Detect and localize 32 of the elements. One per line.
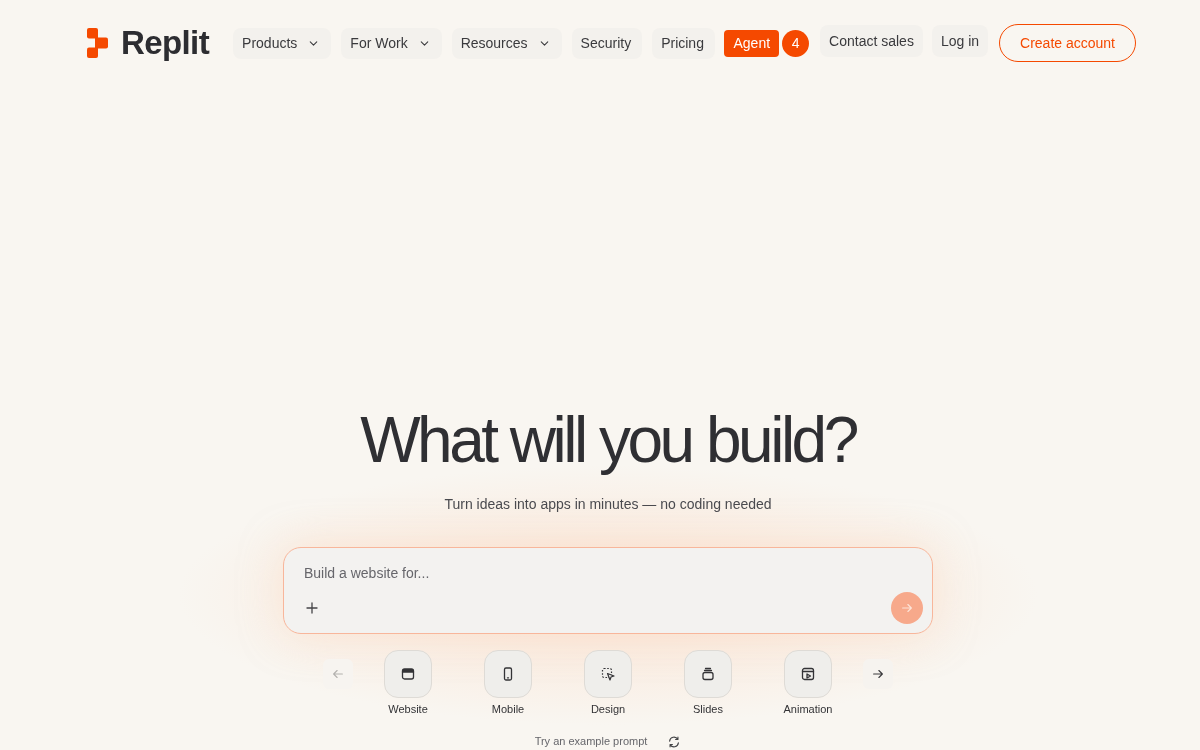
arrow-right-icon: [900, 601, 914, 615]
add-button[interactable]: [304, 600, 320, 616]
example-prompt-button[interactable]: Try an example prompt: [534, 735, 682, 748]
browser-window-icon: [400, 666, 416, 682]
selection-cursor-icon: [600, 666, 616, 682]
category-label: Animation: [783, 702, 833, 716]
category-label: Slides: [693, 702, 723, 716]
prompt-input[interactable]: Build a website for...: [304, 563, 923, 583]
arrow-right-icon: [871, 667, 885, 681]
category-label: Mobile: [491, 702, 525, 716]
nav-dropdown[interactable]: Products: [233, 27, 332, 59]
plus-icon: [304, 600, 320, 616]
subtitle: Turn ideas into apps in minutes — no coding needed: [444, 495, 772, 513]
count-badge: 4: [782, 29, 810, 57]
nav-dropdown[interactable]: For Work: [341, 27, 442, 59]
nav-button[interactable]: Log in: [931, 25, 989, 57]
stacked-layers-icon: [700, 666, 716, 682]
category-label: Website: [388, 702, 428, 716]
highlighted-nav-link[interactable]: Agent: [724, 29, 780, 57]
nav-dropdown[interactable]: Resources: [451, 27, 562, 59]
headline: What will you build?: [360, 405, 856, 475]
play-window-icon: [800, 666, 816, 682]
category-button[interactable]: [384, 650, 432, 698]
arrow-left-icon: [331, 667, 345, 681]
refresh-icon: [667, 734, 682, 749]
category-button[interactable]: [784, 650, 832, 698]
brand-name: Replit: [121, 24, 210, 62]
nav-link[interactable]: Pricing: [652, 27, 715, 59]
nav-link[interactable]: Security: [571, 27, 643, 59]
category-label: Design: [590, 702, 626, 716]
logo-icon: [87, 28, 108, 58]
nav-button[interactable]: Contact sales: [820, 25, 923, 57]
